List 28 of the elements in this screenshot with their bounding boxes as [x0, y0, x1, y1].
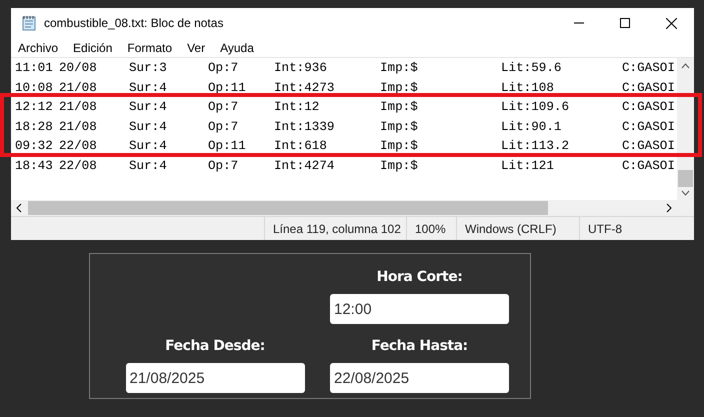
input-field[interactable]: 12:00 [330, 294, 509, 324]
field-label: Fecha Hasta: [371, 337, 468, 356]
input-field[interactable]: 21/08/2025 [126, 363, 304, 393]
input-field[interactable]: 22/08/2025 [330, 363, 509, 393]
menu-item[interactable]: Ayuda [220, 38, 254, 56]
text-line: 10:08 21/08 Sur:4 Op:11 Int:4273 Imp:$ Lit:108 C:GASOI [14, 80, 676, 97]
field-label: Fecha Desde: [165, 337, 265, 356]
status-text: UTF-8 [588, 220, 622, 238]
chevron-up-icon[interactable] [681, 63, 690, 69]
window-title: combustible_08.txt: Bloc de notas [44, 15, 224, 32]
maximize-icon [620, 18, 630, 28]
status-text: Windows (CRLF) [465, 220, 556, 238]
text-line: 09:32 22/08 Sur:4 Op:11 Int:618 Imp:$ Lit:113.2 C:GASOI [14, 138, 676, 156]
menu-item[interactable]: Edición [73, 38, 112, 56]
text-line: 18:43 22/08 Sur:4 Op:7 Int:4274 Imp:$ Lit:121 C:GASOI [14, 158, 676, 175]
text-line: 18:28 21/08 Sur:4 Op:7 Int:1339 Imp:$ Lit:90.1 C:GASOI [14, 118, 676, 136]
text-line: 12:12 21/08 Sur:4 Op:7 Int:12 Imp:$ Lit:109.6 C:GASOI [14, 99, 676, 116]
menu-item[interactable]: Ver [187, 38, 206, 56]
menu-item[interactable]: Archivo [18, 38, 58, 56]
chevron-down-icon[interactable] [681, 190, 690, 196]
field-label: Hora Corte: [376, 268, 462, 287]
status-text: 100% [415, 220, 446, 238]
menu-item[interactable]: Formato [127, 38, 172, 56]
vertical-scrollbar[interactable] [677, 58, 694, 200]
close-icon [666, 18, 676, 28]
notepad-icon [21, 15, 37, 31]
status-text: Línea 119, columna 102 [273, 220, 401, 238]
text-line: 11:01 20/08 Sur:3 Op:7 Int:936 Imp:$ Lit:59.6 C:GASOI [14, 60, 676, 78]
